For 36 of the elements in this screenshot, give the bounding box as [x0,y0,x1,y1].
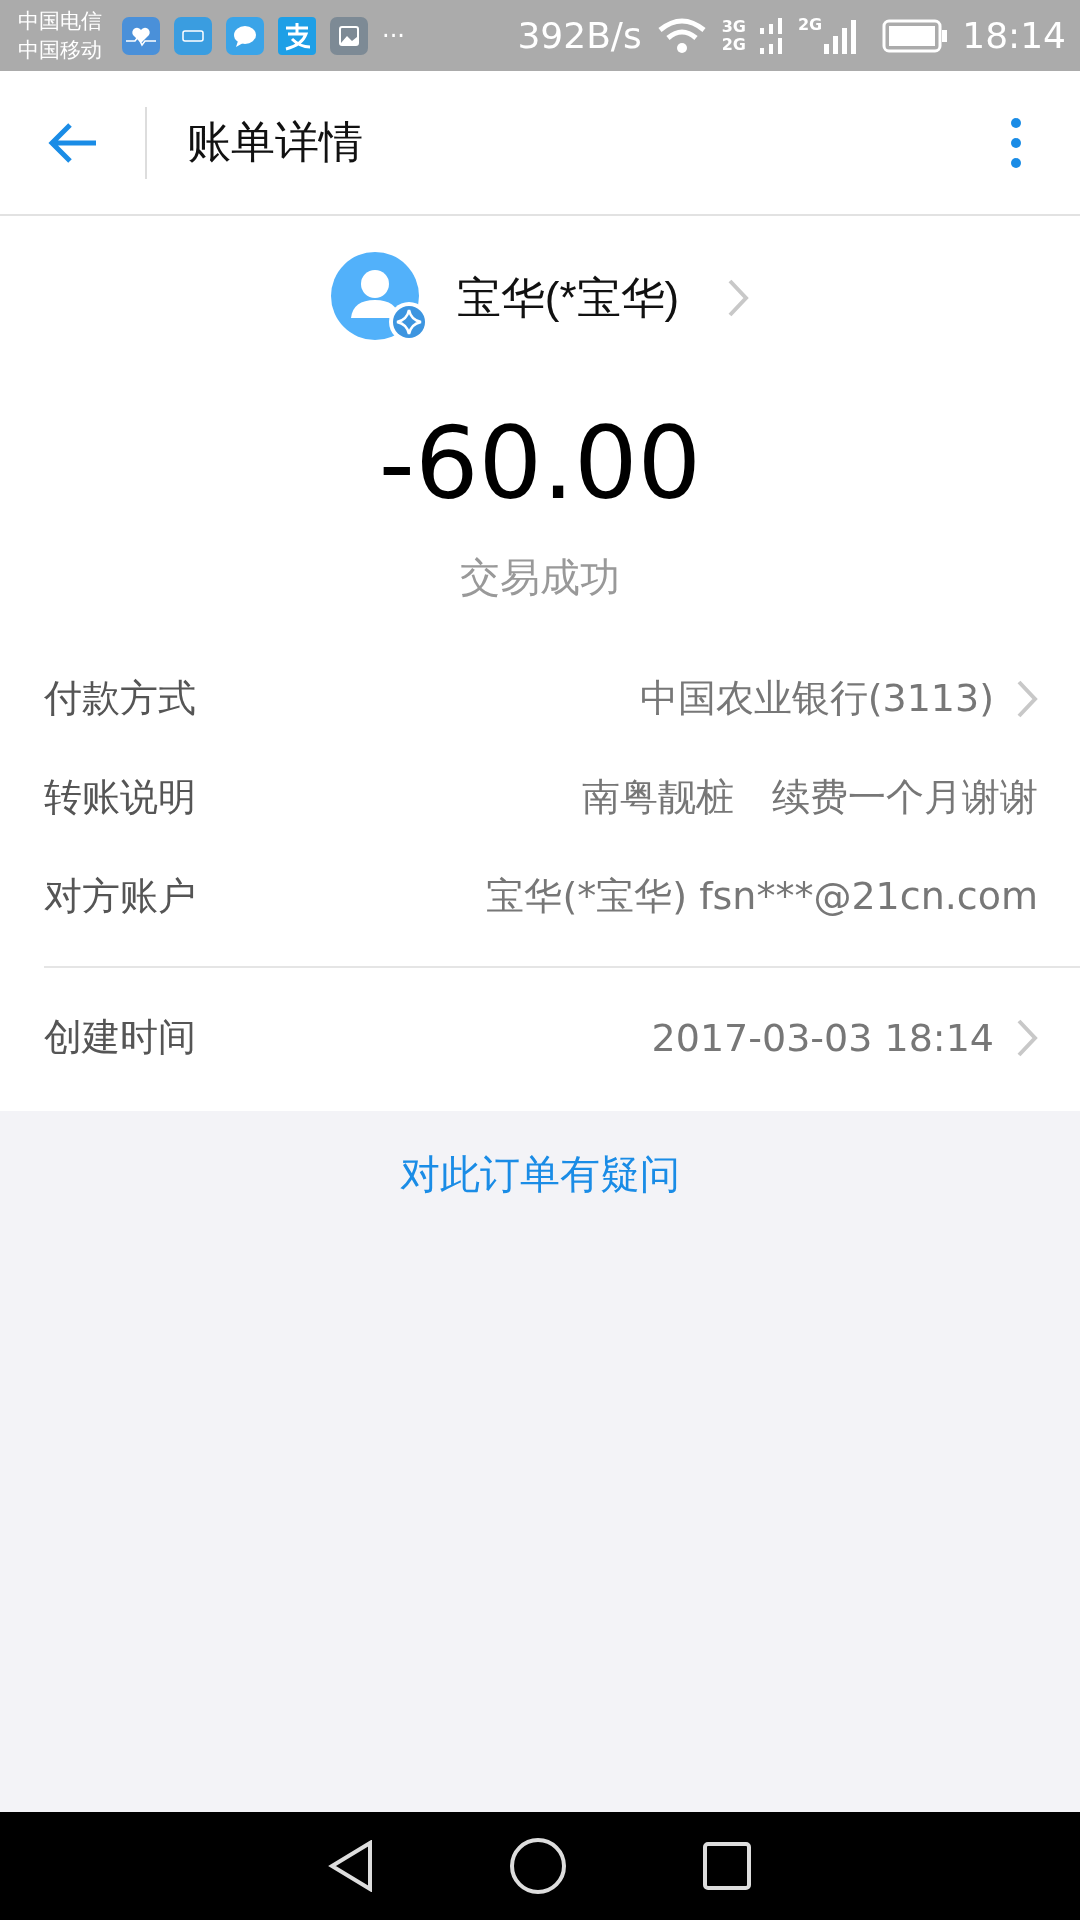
carrier-name: 中国电信 [18,7,102,35]
back-arrow-icon [47,122,98,163]
heart-app-icon [122,16,160,55]
detail-value: 宝华(*宝华) fsn***@21cn.com [485,873,1038,920]
circle-icon [509,1837,567,1895]
pay-app-icon [278,16,316,55]
chevron-icon [727,278,750,318]
page-title: 账单详情 [187,115,364,169]
detail-label: 对方账户 [44,873,196,920]
back-nav-button[interactable] [328,1840,374,1892]
detail-label: 付款方式 [44,675,196,722]
battery-icon [882,18,949,53]
recents-nav-button[interactable] [702,1841,752,1891]
triangle-icon [328,1840,374,1892]
detail-label: 创建时间 [44,1014,196,1061]
network-speed: 392B/s [517,15,642,56]
home-nav-button[interactable] [509,1837,567,1895]
detail-value: 2017-03-03 18:14 [650,1015,994,1060]
signal-icon [760,15,784,56]
detail-label: 转账说明 [44,774,196,821]
network-type: 2G [721,35,746,54]
app-icon [174,16,212,55]
more-icon [1010,116,1022,169]
gallery-app-icon [330,16,368,55]
detail-value: 南粤靓桩 续费一个月谢谢 [581,774,1038,821]
network-type: 2G [798,15,823,34]
square-icon [702,1841,752,1891]
amount: -60.00 [378,404,702,524]
carrier-name: 中国移动 [18,36,102,64]
more-notifications: ··· [382,21,405,50]
clock-time: 18:14 [962,15,1066,56]
detail-value: 中国农业银行(3113) [638,675,994,722]
transaction-status: 交易成功 [460,553,620,602]
payee-link[interactable]: 宝华(*宝华) [330,252,750,344]
chat-app-icon [226,16,264,55]
network-type: 3G [721,17,746,36]
